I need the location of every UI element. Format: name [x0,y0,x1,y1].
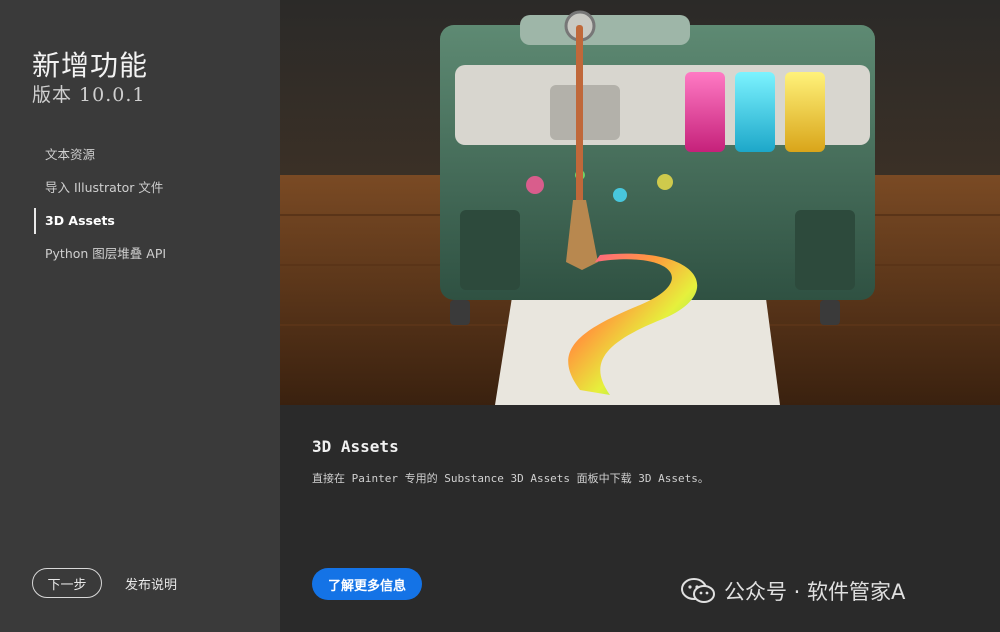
dialog-title: 新增功能 [32,49,149,82]
watermark: 公众号 · 软件管家A [680,576,905,606]
nav-item-python-layer-api[interactable]: Python 图层堆叠 API [34,241,280,274]
nav-item-3d-assets[interactable]: 3D Assets [34,208,280,241]
release-notes-link[interactable]: 发布说明 [125,574,177,593]
main-panel: 3D Assets 直接在 Painter 专用的 Substance 3D A… [280,0,1000,632]
sidebar: 新增功能 版本 10.0.1 文本资源 导入 Illustrator 文件 3D… [0,0,280,632]
nav-item-text-assets[interactable]: 文本资源 [34,142,280,175]
printer-paint-illustration [280,0,1000,405]
feature-description: 直接在 Painter 专用的 Substance 3D Assets 面板中下… [312,472,709,485]
feature-nav: 文本资源 导入 Illustrator 文件 3D Assets Python … [34,142,280,274]
version-label: 版本 10.0.1 [32,84,146,106]
feature-heading: 3D Assets [312,437,399,456]
watermark-text: 公众号 · 软件管家A [724,580,906,604]
wechat-icon [681,578,715,603]
nav-item-import-illustrator[interactable]: 导入 Illustrator 文件 [34,175,280,208]
hero-image [280,0,1000,405]
whats-new-dialog: 新增功能 版本 10.0.1 文本资源 导入 Illustrator 文件 3D… [0,0,1000,632]
next-button[interactable]: 下一步 [32,568,102,598]
learn-more-button[interactable]: 了解更多信息 [312,568,422,600]
